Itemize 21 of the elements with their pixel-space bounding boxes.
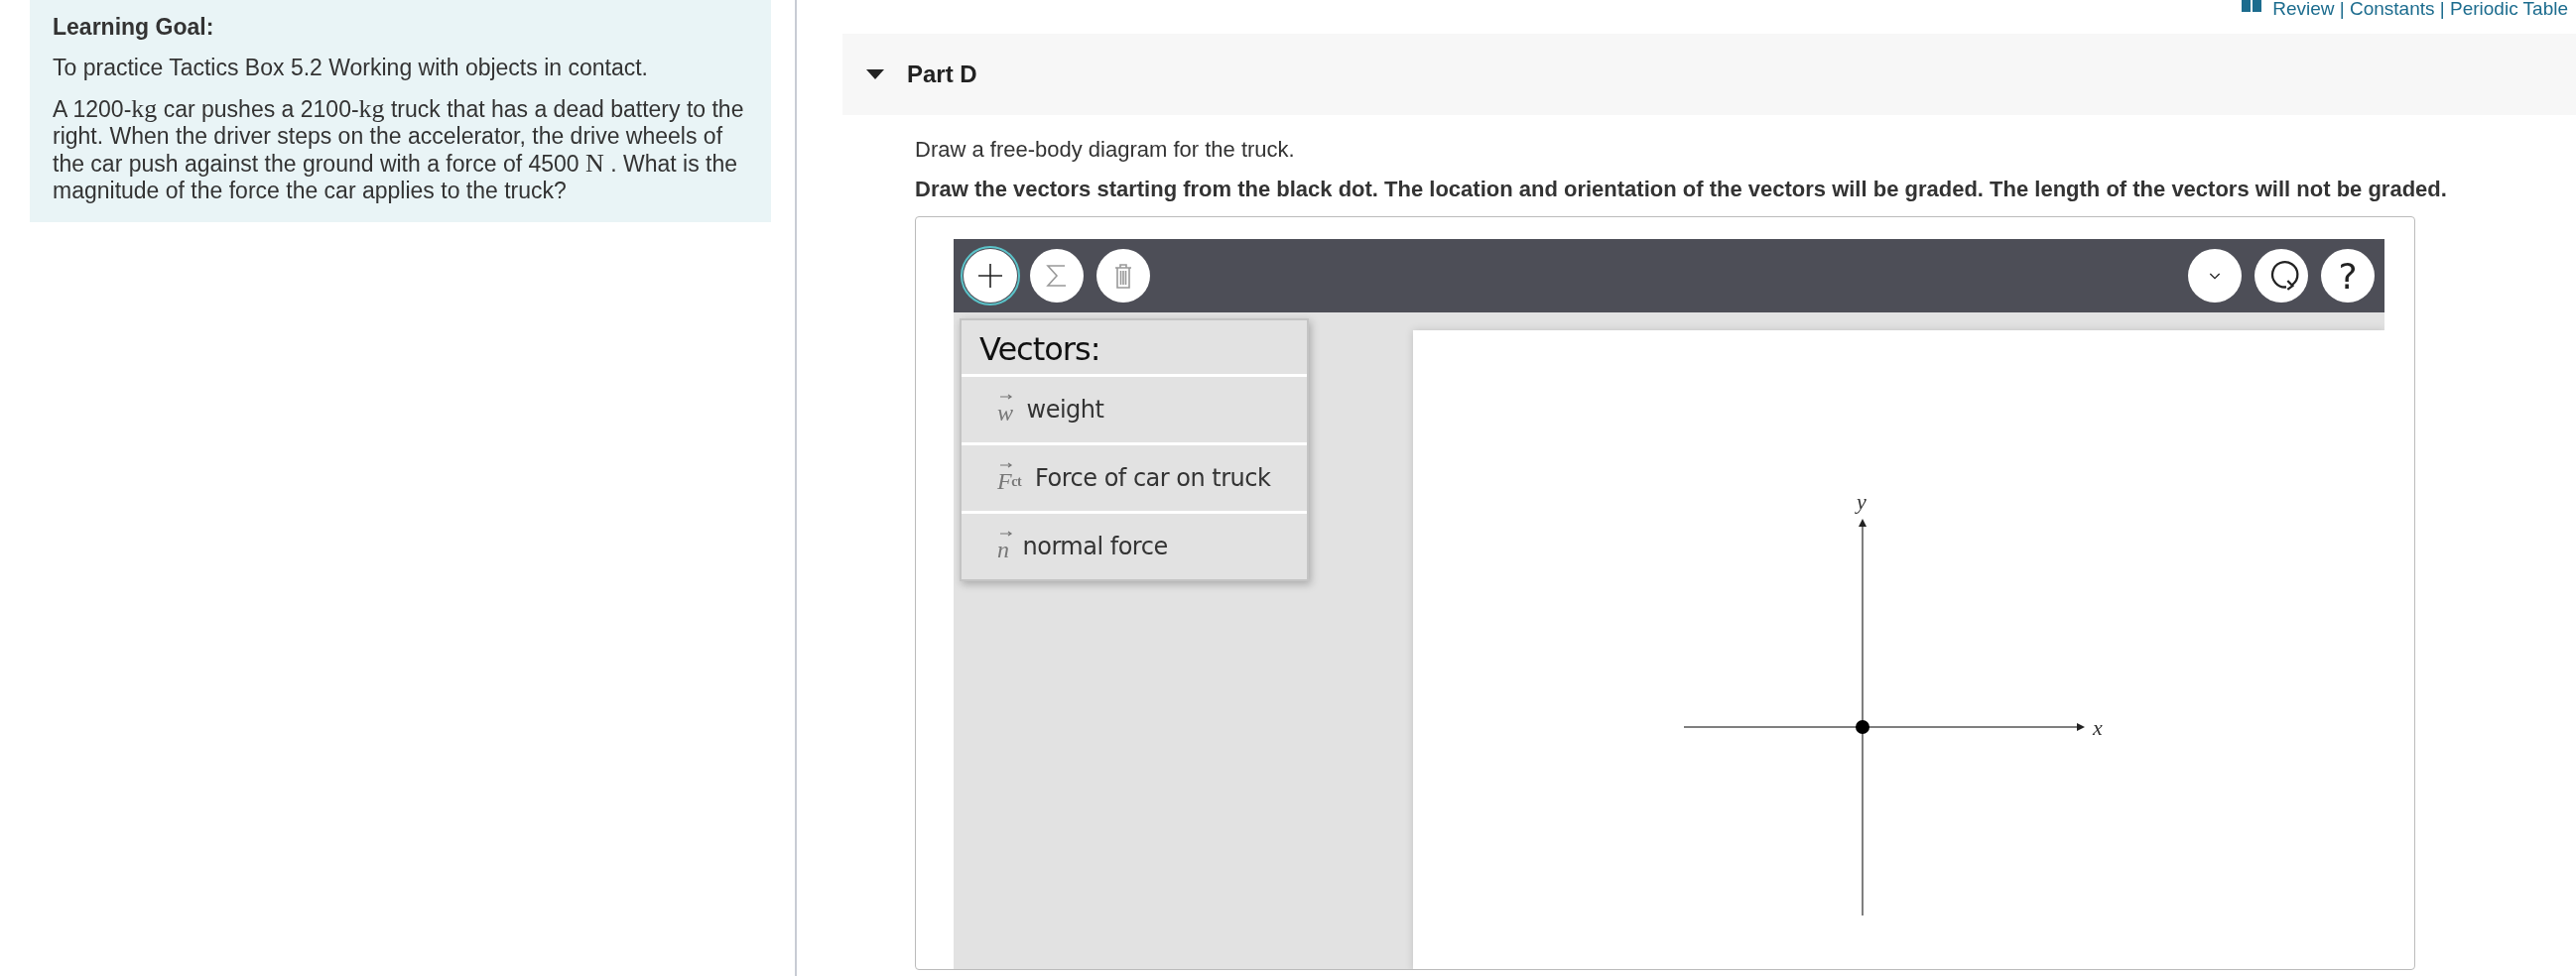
plus-icon: [975, 261, 1005, 291]
caret-down-icon[interactable]: [865, 67, 885, 81]
add-vector-button[interactable]: [964, 249, 1017, 303]
help-button[interactable]: ?: [2321, 249, 2375, 303]
instruction-text: Draw a free-body diagram for the truck.: [915, 137, 1296, 163]
resource-links[interactable]: Review | Constants | Periodic Table: [2272, 0, 2568, 20]
origin-dot: [1856, 720, 1869, 734]
axis-label: y: [1857, 489, 1867, 514]
delete-button[interactable]: [1096, 249, 1150, 303]
part-title: Part D: [907, 61, 977, 88]
goal-paragraph: To practice Tactics Box 5.2 Working with objects in contact.: [53, 55, 649, 81]
instruction-note: Draw the vectors starting from the black dot. The location and orientation of the vectors will be graded. The length of the vectors will not be graded.: [915, 177, 2448, 202]
reset-button[interactable]: [2254, 249, 2308, 303]
sum-button[interactable]: [1030, 249, 1084, 303]
goal-title: Learning Goal:: [53, 14, 215, 41]
goal-paragraph: A 1200-kg car pushes a 2100-kg truck that has a dead battery to the right. When the driver steps on the accelerator, the drive wheels of the car push against the ground with a force of 4500 N . What is the magnitude of the force the car applies to the truck?: [53, 95, 745, 204]
menu-title: Vectors:: [978, 329, 1101, 370]
collapse-button[interactable]: [2188, 249, 2242, 303]
axis-label: x: [2093, 715, 2103, 740]
vector-menu-item[interactable]: w weight: [962, 374, 1307, 442]
vector-menu-item[interactable]: n normal force: [962, 511, 1307, 579]
